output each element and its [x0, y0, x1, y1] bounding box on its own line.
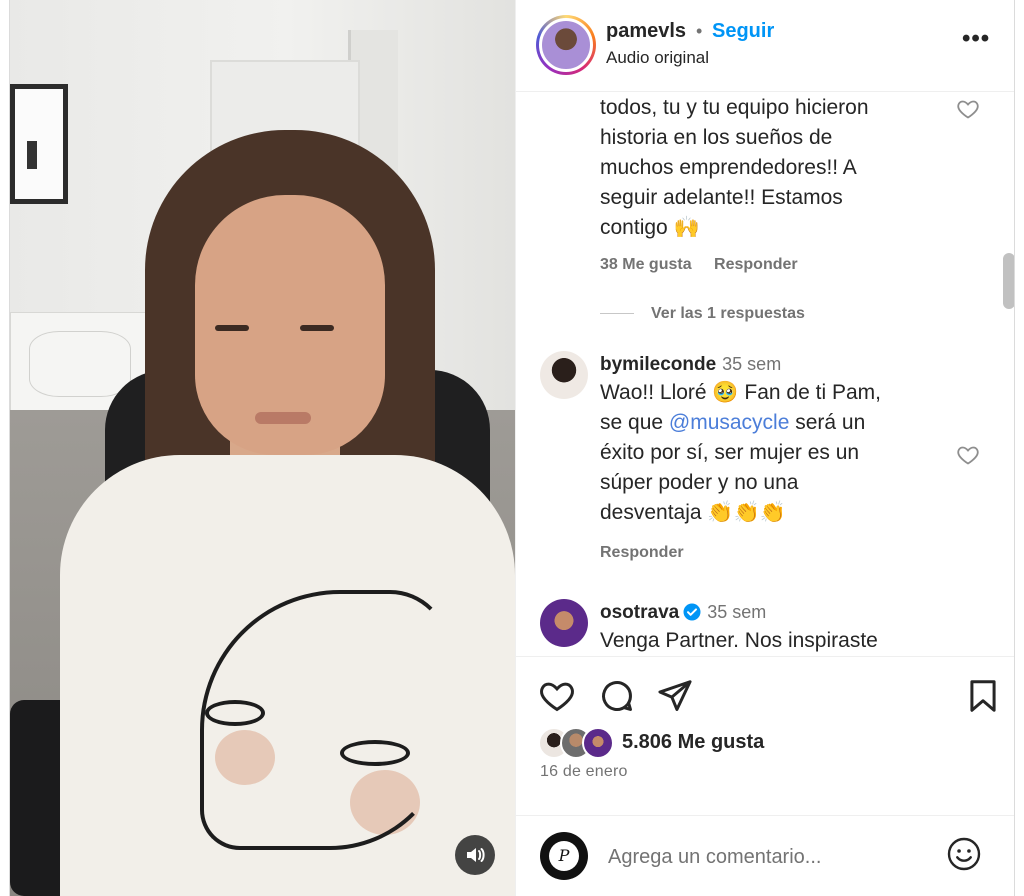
video-person-eye: [300, 325, 334, 331]
speaker-icon: [467, 848, 485, 862]
comment-likes-count[interactable]: 38 Me gusta: [600, 256, 692, 273]
add-comment-row: P: [516, 815, 1014, 896]
comment-icon[interactable]: [598, 677, 636, 715]
more-options-icon[interactable]: •••: [962, 26, 992, 56]
video-wall-picture: [10, 84, 68, 204]
commenter-avatar[interactable]: [540, 599, 588, 647]
likes-count[interactable]: 5.806 Me gusta: [622, 731, 764, 754]
comment-text: Venga Partner. Nos inspiraste: [600, 629, 878, 652]
liker-avatar: [582, 727, 614, 759]
author-avatar[interactable]: [536, 15, 596, 75]
header-separator: •: [696, 21, 703, 41]
post-dialog: pamevls • Seguir Audio original ••• todo…: [9, 0, 1015, 896]
bookmark-icon[interactable]: [964, 677, 1002, 715]
comment-input[interactable]: [608, 842, 928, 872]
commenter-username[interactable]: osotrava 35 sem: [600, 602, 766, 624]
verified-badge-icon: [683, 603, 701, 621]
comment-meta: 38 Me gusta Responder: [600, 256, 816, 274]
comment-like-heart-icon[interactable]: [956, 443, 980, 467]
video-person-mouth: [255, 412, 311, 424]
comment-time: 35 sem: [722, 354, 782, 374]
comment-text: Wao!! Lloré 🥹 Fan de ti Pam, se que @mus…: [600, 381, 881, 524]
shirt-art-eye: [340, 740, 410, 766]
likers-avatars[interactable]: [538, 727, 628, 759]
mention-link[interactable]: @musacycle: [669, 411, 790, 434]
comment-time: 35 sem: [707, 602, 767, 622]
author-username[interactable]: pamevls: [606, 20, 686, 43]
comment-reply-button[interactable]: Responder: [714, 256, 798, 273]
commenter-username[interactable]: bymileconde 35 sem: [600, 354, 781, 376]
audio-toggle-button[interactable]: [455, 835, 495, 875]
emoji-icon[interactable]: [946, 836, 982, 872]
replies-divider: [600, 313, 634, 314]
follow-button[interactable]: Seguir: [712, 20, 774, 43]
share-icon[interactable]: [656, 677, 694, 715]
post-actions: 5.806 Me gusta 16 de enero P: [516, 656, 1014, 896]
shirt-art-eye: [205, 700, 265, 726]
current-user-avatar[interactable]: P: [540, 832, 588, 880]
view-replies-button[interactable]: Ver las 1 respuestas: [651, 305, 805, 323]
comments-list[interactable]: todos, tu y tu equipo hicieron historia …: [516, 93, 1014, 655]
comments-scrollbar[interactable]: [1003, 253, 1014, 309]
comment-text: todos, tu y tu equipo hicieron historia …: [600, 96, 869, 239]
comment-like-heart-icon[interactable]: [956, 97, 980, 121]
heart-icon[interactable]: [538, 677, 576, 715]
post-header: pamevls • Seguir Audio original •••: [516, 0, 1014, 92]
post-date[interactable]: 16 de enero: [540, 763, 628, 781]
reel-video[interactable]: [10, 0, 515, 896]
post-sidebar: pamevls • Seguir Audio original ••• todo…: [515, 0, 1014, 896]
comment-reply-button[interactable]: Responder: [600, 544, 684, 561]
audio-link[interactable]: Audio original: [606, 48, 709, 68]
video-person-eye: [215, 325, 249, 331]
comment-meta: Responder: [600, 544, 702, 562]
commenter-avatar[interactable]: [540, 351, 588, 399]
